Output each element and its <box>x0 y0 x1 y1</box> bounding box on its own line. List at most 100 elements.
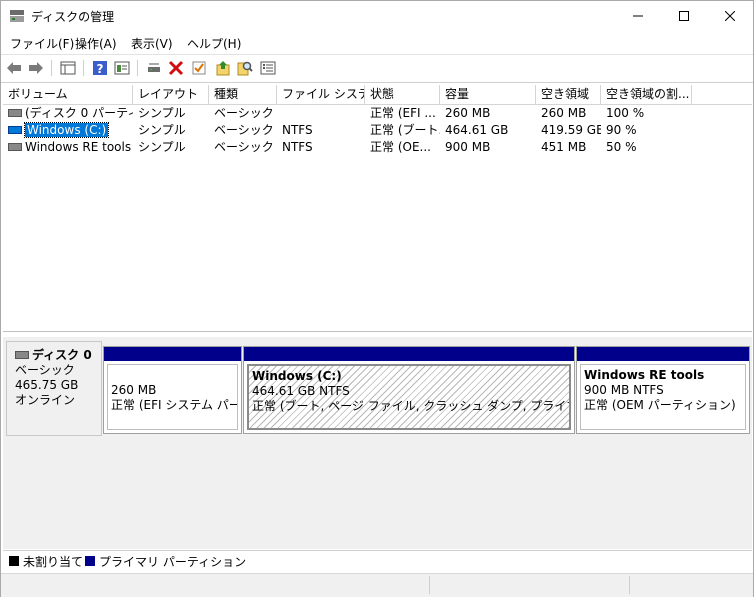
partition-bar <box>104 347 241 361</box>
layout-cell: シンプル <box>138 140 186 154</box>
percent-free-cell: 50 % <box>606 140 637 154</box>
details-icon[interactable] <box>259 59 277 77</box>
capacity-cell: 900 MB <box>445 140 491 154</box>
partition-status: 正常 (ブート, ページ ファイル, クラッシュ ダンプ, プライマリ パーティ… <box>252 399 569 413</box>
capacity-cell: 260 MB <box>445 106 491 120</box>
volume-icon <box>8 142 22 151</box>
connect-icon[interactable] <box>145 59 163 77</box>
forward-arrow-icon[interactable] <box>27 59 45 77</box>
volume-name: Windows (C:) <box>23 122 110 138</box>
menu-file[interactable]: ファイル(F) <box>10 35 74 52</box>
toolbar-separator <box>51 60 52 76</box>
disk-icon <box>15 350 29 359</box>
volume-name: (ディスク 0 パーティシ... <box>25 106 133 120</box>
partition-efi[interactable]: 260 MB 正常 (EFI システム パーティション) <box>103 346 242 434</box>
search-icon[interactable] <box>236 59 254 77</box>
partition-windows-c[interactable]: Windows (C:) 464.61 GB NTFS 正常 (ブート, ページ… <box>243 346 575 434</box>
column-header-percent-free[interactable]: 空き領域の割... <box>601 85 692 104</box>
view-icon[interactable] <box>59 59 77 77</box>
partition-size: 464.61 GB NTFS <box>252 384 350 398</box>
partition-name: Windows RE tools <box>584 368 705 382</box>
filesystem-cell <box>277 105 365 122</box>
filesystem-cell: NTFS <box>282 140 313 154</box>
status-cell: 正常 (ブート... <box>370 123 440 137</box>
toolbar-separator <box>83 60 84 76</box>
partition-body: Windows RE tools 900 MB NTFS 正常 (OEM パーテ… <box>580 364 746 430</box>
type-cell: ベーシック <box>214 106 274 120</box>
column-header-capacity[interactable]: 容量 <box>440 85 536 104</box>
table-row[interactable]: Windows RE tools シンプル ベーシック NTFS 正常 (OE.… <box>3 139 752 156</box>
column-header-volume[interactable]: ボリューム <box>3 85 133 104</box>
refresh-icon[interactable] <box>214 59 232 77</box>
properties-icon[interactable] <box>113 59 131 77</box>
help-icon[interactable]: ? <box>91 59 109 77</box>
layout-cell: シンプル <box>138 106 186 120</box>
menu-view[interactable]: 表示(V) <box>131 35 173 52</box>
partition-windows-re-tools[interactable]: Windows RE tools 900 MB NTFS 正常 (OEM パーテ… <box>576 346 750 434</box>
close-icon <box>725 11 735 21</box>
partition-size: 260 MB <box>111 383 157 397</box>
minimize-icon <box>633 15 643 17</box>
column-header-filesystem[interactable]: ファイル システム <box>277 85 365 104</box>
partition-name <box>111 368 237 383</box>
column-header-type[interactable]: 種類 <box>209 85 277 104</box>
capacity-cell: 464.61 GB <box>445 123 509 137</box>
volume-cell: Windows RE tools <box>3 139 133 156</box>
delete-icon[interactable] <box>167 59 185 77</box>
toolbar-separator <box>137 60 138 76</box>
disk-management-icon <box>10 10 24 22</box>
menu-help[interactable]: ヘルプ(H) <box>187 35 241 52</box>
volume-icon <box>8 125 22 134</box>
disk-0-label[interactable]: ディスク 0 ベーシック 465.75 GB オンライン <box>6 341 102 436</box>
partition-name: Windows (C:) <box>252 369 342 383</box>
status-bar-segment <box>629 576 754 594</box>
column-header-status[interactable]: 状態 <box>365 85 440 104</box>
toolbar: ? <box>1 54 753 83</box>
disk-graphical-view: ディスク 0 ベーシック 465.75 GB オンライン 260 MB 正常 (… <box>3 337 752 549</box>
close-button[interactable] <box>707 1 753 31</box>
status-cell: 正常 (OE... <box>370 140 431 154</box>
disk-management-window: ディスクの管理 ファイル(F) 操作(A) 表示(V) ヘルプ(H) ? ボリュ… <box>0 0 754 597</box>
status-bar <box>1 573 753 597</box>
layout-cell: シンプル <box>138 123 186 137</box>
free-space-cell: 260 MB <box>541 106 587 120</box>
volume-cell: (ディスク 0 パーティシ... <box>3 105 133 122</box>
volume-list: ボリューム レイアウト 種類 ファイル システム 状態 容量 空き領域 空き領域… <box>3 85 752 332</box>
filesystem-cell: NTFS <box>282 123 313 137</box>
free-space-cell: 419.59 GB <box>541 123 601 137</box>
table-row-selected[interactable]: Windows (C:) シンプル ベーシック NTFS 正常 (ブート... … <box>3 122 752 139</box>
legend-label-unallocated: 未割り当て <box>23 555 84 569</box>
percent-free-cell: 90 % <box>606 123 637 137</box>
volume-cell: Windows (C:) <box>3 122 133 139</box>
partition-bar <box>577 347 749 361</box>
disk-size: 465.75 GB <box>15 378 79 392</box>
svg-text:?: ? <box>97 62 104 76</box>
volume-name: Windows RE tools <box>25 140 132 154</box>
disk-status: オンライン <box>15 393 76 407</box>
legend-swatch-primary <box>85 556 95 566</box>
partition-body: 260 MB 正常 (EFI システム パーティション) <box>107 364 238 430</box>
partition-status: 正常 (OEM パーティション) <box>584 398 736 412</box>
partition-size: 900 MB NTFS <box>584 383 664 397</box>
partition-body: Windows (C:) 464.61 GB NTFS 正常 (ブート, ページ… <box>247 364 571 430</box>
partition-bar <box>244 347 574 361</box>
percent-free-cell: 100 % <box>606 106 645 120</box>
minimize-button[interactable] <box>615 1 661 31</box>
check-icon[interactable] <box>190 59 208 77</box>
column-header-layout[interactable]: レイアウト <box>133 85 209 104</box>
disk-name: ディスク 0 <box>32 348 92 362</box>
back-arrow-icon[interactable] <box>5 59 23 77</box>
partition-status: 正常 (EFI システム パーティション) <box>111 398 237 412</box>
menu-action[interactable]: 操作(A) <box>75 35 117 52</box>
maximize-button[interactable] <box>661 1 707 31</box>
maximize-icon <box>679 11 689 21</box>
menu-bar: ファイル(F) 操作(A) 表示(V) ヘルプ(H) <box>1 32 753 53</box>
volume-icon <box>8 108 22 117</box>
legend-swatch-unallocated <box>9 556 19 566</box>
legend-label-primary: プライマリ パーティション <box>99 555 247 569</box>
type-cell: ベーシック <box>214 123 274 137</box>
title-bar: ディスクの管理 <box>1 1 753 31</box>
column-header-free-space[interactable]: 空き領域 <box>536 85 601 104</box>
free-space-cell: 451 MB <box>541 140 587 154</box>
table-row[interactable]: (ディスク 0 パーティシ... シンプル ベーシック 正常 (EFI ... … <box>3 105 752 122</box>
